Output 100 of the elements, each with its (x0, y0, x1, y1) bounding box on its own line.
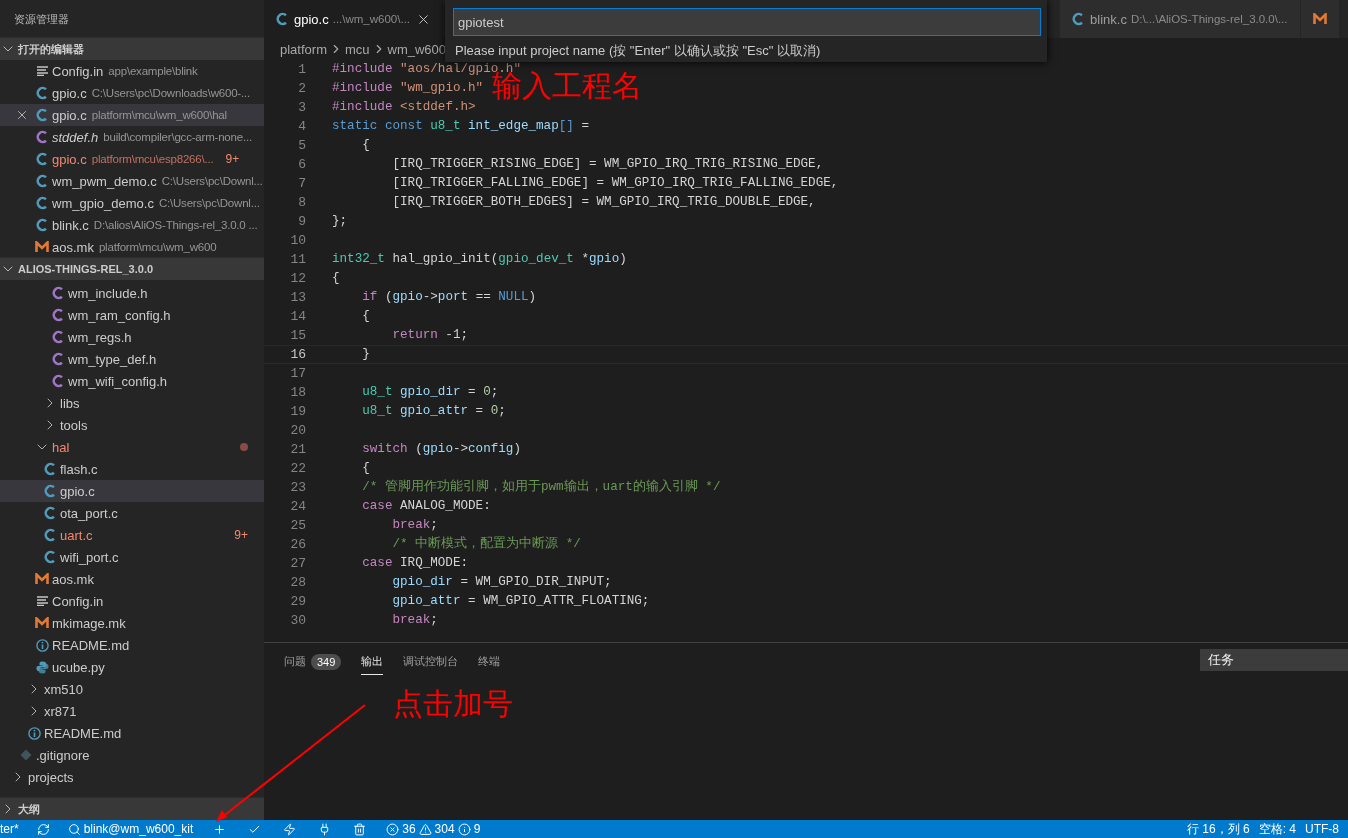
open-editor-item[interactable]: wm_gpio_demo.c C:\Users\pc\Downl... (0, 192, 264, 214)
open-editor-item[interactable]: wm_pwm_demo.c C:\Users\pc\Downl... (0, 170, 264, 192)
file-item[interactable]: README.md (0, 722, 264, 744)
open-editor-item[interactable]: blink.c D:\alios\AliOS-Things-rel_3.0.0 ... (0, 214, 264, 236)
breadcrumb-item[interactable]: platform (280, 41, 327, 57)
line-number: 14 (289, 308, 307, 326)
file-item[interactable]: wm_type_def.h (0, 348, 264, 370)
task-select[interactable]: 任务 (1200, 649, 1348, 671)
makefile-icon (35, 617, 49, 629)
folder-name: tools (60, 417, 88, 433)
file-item[interactable]: .gitignore (0, 744, 264, 766)
file-item[interactable]: wm_include.h (0, 282, 264, 304)
line-number: 20 (289, 422, 307, 440)
code-line: return -1; (391, 327, 469, 344)
close-icon[interactable] (15, 108, 29, 122)
panel-tab[interactable]: 调试控制台 (403, 649, 459, 675)
folder-item[interactable]: projects (0, 766, 264, 788)
code-line: { (361, 460, 370, 477)
file-path: platform\mcu\esp8266\... (91, 153, 214, 165)
panel-tab[interactable]: 问题 349 (284, 649, 342, 675)
breadcrumb-item[interactable]: mcu (344, 41, 370, 57)
file-path: C:\Users\pc\Downloads\w600-... (91, 87, 250, 99)
target-selector[interactable]: blink@wm_w600_kit (58, 820, 203, 838)
file-name: wm_ram_config.h (68, 307, 171, 323)
code-line: { (361, 308, 370, 325)
file-name: aos.mk (52, 239, 94, 255)
section-header[interactable]: ALIOS-THINGS-REL_3.0.0 (0, 258, 264, 280)
status-item[interactable]: ter* (0, 820, 28, 838)
line-number: 6 (297, 156, 307, 174)
file-item[interactable]: gpio.c (0, 480, 264, 502)
line-number: 22 (289, 460, 307, 478)
open-editor-item[interactable]: stddef.h build\compiler\gcc-arm-none... (0, 126, 264, 148)
section-title: 打开的编辑器 (18, 41, 84, 57)
open-editor-item[interactable]: aos.mk platform\mcu\wm_w600 (0, 236, 264, 258)
section-header[interactable]: 打开的编辑器 (0, 38, 264, 60)
file-item[interactable]: uart.c 9+ (0, 524, 264, 546)
section-title: ALIOS-THINGS-REL_3.0.0 (18, 263, 154, 275)
makefile-icon (35, 573, 49, 585)
open-editor-item[interactable]: gpio.c C:\Users\pc\Downloads\w600-... (0, 82, 264, 104)
code-line: /* 中断模式，配置为中断源 */ (391, 535, 581, 553)
code-line: if (gpio->port == NULL) (361, 289, 537, 306)
input-field[interactable]: gpiotest (453, 8, 1041, 36)
folder-item[interactable]: xr871 (0, 700, 264, 722)
status-item[interactable]: 空格: 4 (1258, 820, 1305, 838)
header-file-icon (52, 286, 64, 300)
code-line: #include "wm_gpio.h" (332, 80, 484, 97)
file-name: Config.in (52, 63, 104, 79)
c-file-icon (36, 108, 48, 122)
open-editor-item[interactable]: Config.in app\example\blink (0, 60, 264, 82)
file-path: C:\Users\pc\Downl... (158, 197, 260, 209)
header-file-icon (36, 130, 48, 144)
file-name: gpio.c (60, 483, 95, 499)
file-item[interactable]: ota_port.c (0, 502, 264, 524)
problem-count: 9+ (234, 528, 248, 542)
open-editor-item[interactable]: gpio.c platform\mcu\esp8266\... 9+ (0, 148, 264, 170)
tab-name: gpio.c (294, 11, 329, 27)
status-item[interactable]: UTF-8 (1305, 820, 1348, 838)
panel-tab[interactable]: 输出 (361, 649, 384, 675)
editor-tab[interactable] (1300, 0, 1340, 38)
file-name: README.md (52, 637, 130, 653)
section-title: 大纲 (18, 801, 40, 817)
section-header[interactable]: 大纲 (0, 798, 264, 820)
problem-count: 9+ (225, 152, 240, 166)
problem-dot (240, 443, 248, 451)
folder-item[interactable]: libs (0, 392, 264, 414)
file-item[interactable]: wm_ram_config.h (0, 304, 264, 326)
line-number: 8 (297, 194, 307, 212)
file-item[interactable]: aos.mk (0, 568, 264, 590)
file-item[interactable]: wm_wifi_config.h (0, 370, 264, 392)
file-item[interactable]: Config.in (0, 590, 264, 612)
problems-summary[interactable]: 36 304 9 (377, 820, 490, 838)
folder-item[interactable]: hal (0, 436, 264, 458)
file-item[interactable]: wifi_port.c (0, 546, 264, 568)
c-file-icon (276, 12, 288, 26)
lines-icon (36, 596, 48, 606)
warning-count: 304 (434, 822, 455, 836)
status-item[interactable]: 行 16，列 6 (1186, 820, 1259, 838)
breadcrumb-item[interactable]: wm_w600 (387, 41, 447, 57)
file-item[interactable]: ucube.py (0, 656, 264, 678)
editor-tab[interactable]: blink.c D:\...\AliOS-Things-rel_3.0.0\... (1060, 0, 1301, 38)
code-line: #include <stddef.h> (332, 99, 476, 116)
folder-item[interactable]: tools (0, 414, 264, 436)
file-item[interactable]: mkimage.mk (0, 612, 264, 634)
line-number: 1 (297, 61, 307, 79)
folder-item[interactable]: xm510 (0, 678, 264, 700)
info-icon (35, 638, 49, 652)
code-line: } (361, 346, 370, 363)
editor-tab[interactable]: gpio.c ...\wm_w600\... (264, 0, 445, 38)
code-line: case ANALOG_MODE: (361, 498, 491, 515)
c-file-icon (1072, 12, 1085, 26)
file-item[interactable]: README.md (0, 634, 264, 656)
file-item[interactable]: wm_regs.h (0, 326, 264, 348)
file-item[interactable]: flash.c (0, 458, 264, 480)
file-name: wm_gpio_demo.c (52, 195, 154, 211)
line-number: 17 (289, 365, 307, 383)
trash-icon (353, 822, 367, 836)
open-editor-item[interactable]: gpio.c platform\mcu\wm_w600\hal (0, 104, 264, 126)
panel-tab[interactable]: 终端 (478, 649, 501, 675)
problem-count: 349 (311, 653, 342, 670)
c-file-icon (44, 550, 56, 564)
